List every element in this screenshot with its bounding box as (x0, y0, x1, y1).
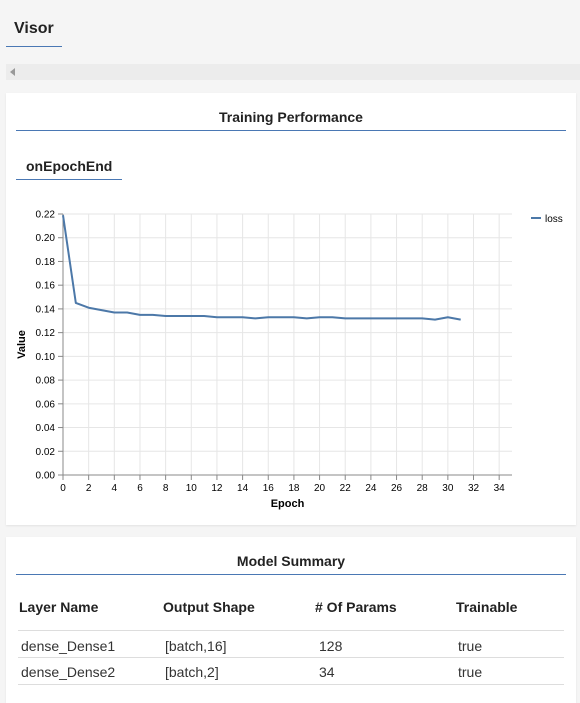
x-tick-label: 28 (417, 483, 429, 494)
y-tick-label: 0.04 (36, 423, 56, 434)
model-summary-title: Model Summary (236, 553, 346, 569)
x-tick-label: 12 (211, 483, 223, 494)
table-row-divider (18, 684, 564, 685)
visor-title-underline (6, 46, 62, 47)
x-tick-label: 16 (263, 483, 275, 494)
y-tick-label: 0.08 (36, 376, 56, 387)
x-tick-label: 4 (112, 483, 118, 494)
tab-on-epoch-end-underline (16, 179, 122, 180)
table-row-2-params: 34 (319, 664, 335, 680)
x-tick-label: 6 (137, 483, 143, 494)
tab-scrollbar[interactable] (6, 64, 580, 80)
x-tick-label: 32 (468, 483, 480, 494)
x-tick-label: 14 (237, 483, 249, 494)
training-performance-title: Training Performance (219, 109, 363, 125)
y-tick-label: 0.20 (36, 233, 56, 244)
table-row-2-shape: [batch,2] (165, 664, 219, 680)
x-tick-label: 0 (60, 483, 66, 494)
x-tick-label: 26 (391, 483, 403, 494)
x-tick-label: 34 (494, 483, 506, 494)
x-axis-title: Epoch (271, 498, 305, 510)
table-row-2-trainable: true (458, 664, 483, 680)
x-tick-label: 20 (314, 483, 326, 494)
visor-title: Visor (14, 20, 54, 37)
table-row-divider (18, 657, 564, 658)
model-summary-card: Model Summary Layer Name Output Shape # … (6, 537, 576, 703)
visor-header: Visor (0, 0, 580, 60)
x-tick-label: 18 (288, 483, 300, 494)
y-tick-label: 0.18 (36, 257, 56, 268)
header-output-shape: Output Shape (163, 599, 255, 615)
x-tick-label: 30 (442, 483, 454, 494)
scroll-left-arrow-icon[interactable] (10, 68, 15, 76)
x-tick-label: 8 (163, 483, 169, 494)
y-tick-label: 0.22 (36, 210, 56, 221)
training-performance-rule (16, 130, 566, 131)
x-tick-label: 22 (340, 483, 352, 494)
table-row-1-shape: [batch,16] (165, 638, 227, 654)
table-row-2-layer: dense_Dense2 (21, 664, 116, 680)
series-line-loss (62, 215, 461, 321)
x-tick-label: 24 (365, 483, 377, 494)
y-tick-label: 0.00 (36, 471, 56, 482)
loss-chart: 0 2 4 6 8 10 12 14 16 18 20 22 24 26 28 30 32 340.000.020… (16, 210, 563, 511)
x-tick-label: 10 (186, 483, 198, 494)
model-summary-rule (16, 574, 566, 575)
tab-on-epoch-end[interactable]: onEpochEnd (26, 158, 112, 174)
table-row-divider (18, 630, 564, 631)
y-axis-title: Value (16, 330, 28, 359)
table-row-1-params: 128 (319, 638, 343, 654)
y-tick-label: 0.12 (36, 328, 56, 339)
header-layer-name: Layer Name (19, 599, 99, 615)
y-tick-label: 0.06 (36, 399, 56, 410)
table-row-1-layer: dense_Dense1 (21, 638, 116, 654)
y-tick-label: 0.10 (36, 352, 56, 363)
header-trainable: Trainable (456, 599, 518, 615)
table-row-1-trainable: true (458, 638, 483, 654)
x-tick-label: 2 (86, 483, 92, 494)
training-performance-card: Training Performance onEpochEnd 0 2 4 6 8 10 1… (6, 93, 576, 525)
legend-label: loss (545, 214, 563, 225)
header-num-params: # Of Params (315, 599, 397, 615)
y-tick-label: 0.16 (36, 281, 56, 292)
y-tick-label: 0.14 (36, 304, 56, 315)
y-tick-label: 0.02 (36, 447, 56, 458)
